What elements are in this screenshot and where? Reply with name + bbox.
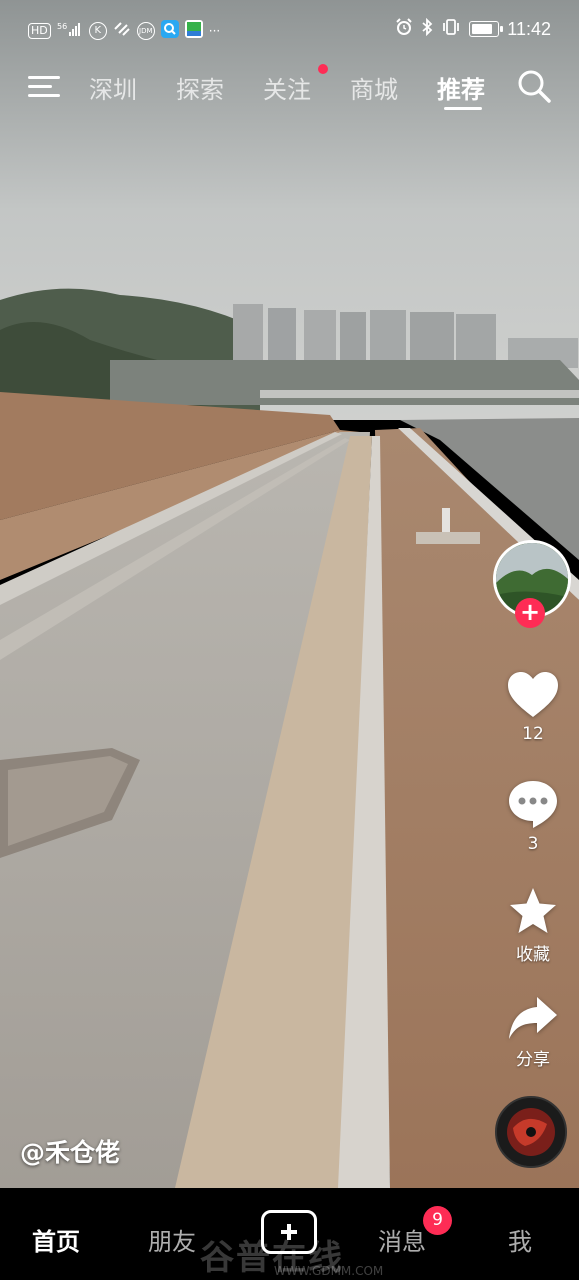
- app-icon-jdm: JDM: [136, 21, 155, 40]
- nav-friends[interactable]: 朋友: [148, 1222, 196, 1257]
- status-right-icons: 11:42: [395, 17, 551, 40]
- star-icon: [510, 888, 556, 933]
- nav-me[interactable]: 我: [508, 1222, 532, 1257]
- follow-button[interactable]: +: [515, 598, 545, 628]
- comment-count: 3: [527, 834, 539, 854]
- signal-icon: 56: [57, 21, 83, 40]
- tab-recommend[interactable]: 推荐: [437, 70, 485, 105]
- app-icon-map: [184, 20, 203, 41]
- share-button[interactable]: 分享: [491, 995, 575, 1070]
- more-status-icon: ···: [208, 23, 221, 38]
- heart-icon: [508, 672, 558, 717]
- tab-following[interactable]: 关注: [263, 70, 311, 105]
- comment-icon: [509, 781, 557, 828]
- tab-mall[interactable]: 商城: [350, 70, 398, 105]
- hd-icon: HD: [28, 22, 51, 39]
- alarm-icon: [395, 18, 413, 40]
- watermark-url: WWW.GDMM.COM: [274, 1264, 384, 1278]
- status-bar: HD 56 K JDM ··· 11:42: [0, 0, 579, 62]
- favorite-label: 收藏: [516, 945, 550, 965]
- share-label: 分享: [516, 1050, 550, 1070]
- search-icon[interactable]: [516, 68, 552, 104]
- status-time: 11:42: [507, 18, 551, 39]
- nav-home[interactable]: 首页: [32, 1222, 80, 1257]
- app-icon-heart: [113, 21, 131, 40]
- video-screen[interactable]: HD 56 K JDM ··· 11:42 深圳 探索 关注 商城 推荐 + 1…: [0, 0, 579, 1280]
- active-tab-indicator: [444, 107, 482, 110]
- vibrate-icon: [441, 18, 461, 40]
- favorite-button[interactable]: 收藏: [491, 886, 575, 965]
- tab-explore[interactable]: 探索: [176, 70, 224, 105]
- following-notification-dot: [318, 64, 328, 74]
- battery-icon: [469, 21, 504, 37]
- menu-icon[interactable]: [28, 72, 62, 100]
- bluetooth-icon: [421, 17, 433, 40]
- nav-messages[interactable]: 消息: [378, 1222, 426, 1257]
- like-button[interactable]: 12: [491, 670, 575, 744]
- like-count: 12: [522, 724, 544, 744]
- create-post-button[interactable]: [261, 1210, 317, 1254]
- svg-text:56: 56: [57, 22, 67, 31]
- status-left-icons: HD 56 K JDM ···: [28, 20, 220, 41]
- app-icon-search: [160, 20, 179, 41]
- share-arrow-icon: [509, 997, 557, 1039]
- top-navigation: 深圳 探索 关注 商城 推荐: [0, 62, 579, 112]
- music-disc-icon[interactable]: [495, 1096, 567, 1168]
- tab-shenzhen[interactable]: 深圳: [89, 70, 137, 105]
- app-icon-k: K: [88, 21, 107, 40]
- comment-button[interactable]: 3: [491, 778, 575, 854]
- author-handle[interactable]: @禾仓佬: [20, 1133, 120, 1169]
- message-badge: 9: [423, 1206, 452, 1235]
- bottom-navigation: 谷普在线 WWW.GDMM.COM 首页 朋友 消息 9 我: [0, 1188, 579, 1280]
